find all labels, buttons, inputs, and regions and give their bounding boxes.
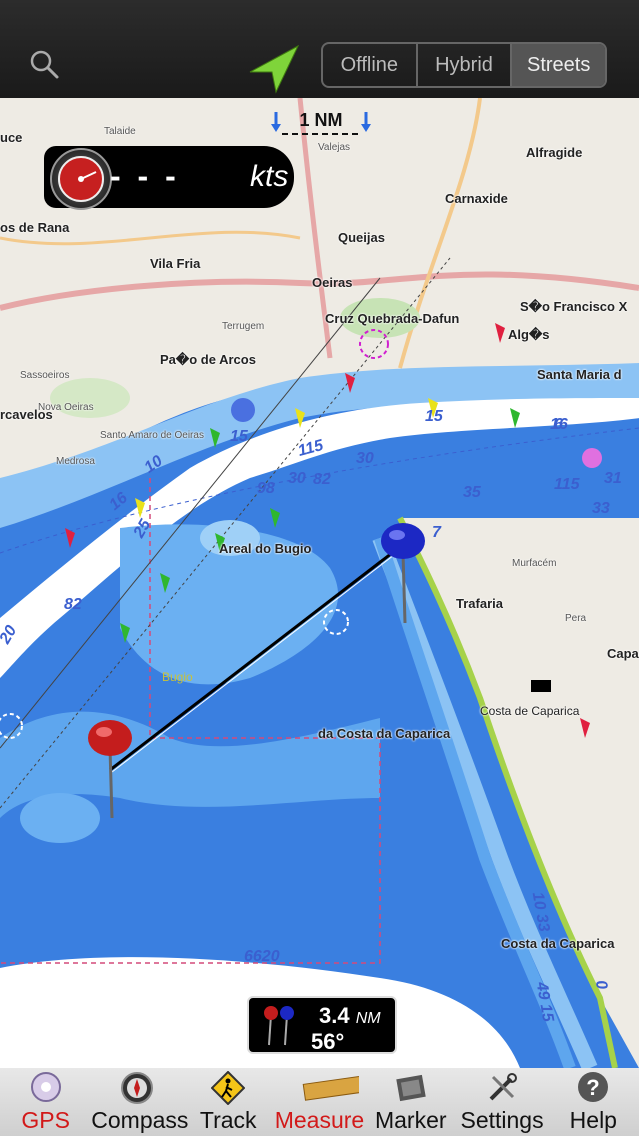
tab-label: Settings [460, 1107, 544, 1133]
tab-marker[interactable]: Marker [365, 1068, 456, 1136]
depth-label: 7 [432, 524, 441, 541]
depth-label: 82 [313, 471, 331, 488]
scale-label: 1 NM [299, 110, 343, 130]
tab-compass[interactable]: Compass [91, 1068, 189, 1136]
mode-streets[interactable]: Streets [512, 44, 605, 86]
track-icon [211, 1071, 246, 1105]
top-toolbar: Offline Hybrid Streets [0, 0, 639, 98]
measure-distance: 3.4 [319, 1003, 350, 1028]
nautical-map[interactable]: uce Talaide Valejas Alfragide os de Rana… [0, 98, 639, 1068]
measure-bearing: 56° [311, 1029, 345, 1054]
depth-label: 16 [550, 416, 568, 433]
place-label: Costa de Caparica [480, 704, 580, 718]
tab-label: Compass [91, 1107, 189, 1133]
compass-icon [120, 1072, 153, 1104]
marker-icon [396, 1074, 426, 1102]
tab-label: Track [199, 1107, 257, 1133]
tab-bar: GPS Compass Track Measure Marker Setting… [0, 1068, 639, 1136]
place-label: Bugio [162, 670, 193, 684]
place-label: Alfragide [526, 145, 583, 160]
place-label: Talaide [104, 126, 136, 137]
place-label: Cruz Quebrada-Dafun [325, 311, 460, 326]
gps-icon [30, 1072, 61, 1102]
depth-label: 30 [356, 450, 374, 467]
measure-readout: 3.4 NM 56° [247, 996, 397, 1054]
depth-label: 33 [592, 500, 610, 517]
place-label: Valejas [318, 142, 351, 153]
depth-label: 35 [463, 484, 481, 501]
search-icon[interactable] [28, 48, 60, 80]
tab-label: Marker [374, 1107, 447, 1133]
tab-label: Help [569, 1107, 617, 1133]
settings-icon [489, 1073, 518, 1101]
place-label: Trafaria [456, 596, 503, 611]
place-label: Areal do Bugio [219, 541, 312, 556]
depth-label: 115 [554, 476, 580, 493]
place-label: Santa Maria d [537, 367, 622, 382]
mode-offline[interactable]: Offline [323, 44, 418, 86]
place-label: Santo Amaro de Oeiras [100, 430, 204, 441]
location-arrow-icon[interactable] [246, 42, 302, 94]
place-label: Vila Fria [150, 256, 201, 271]
place-label: Terrugem [222, 321, 265, 332]
pins-icon [264, 1006, 294, 1046]
place-label: Capa [607, 646, 639, 661]
depth-label: 6620 [244, 948, 280, 965]
tab-track[interactable]: Track [183, 1068, 274, 1136]
tab-gps[interactable]: GPS [0, 1068, 91, 1136]
mode-hybrid[interactable]: Hybrid [418, 44, 513, 86]
speed-unit: kts [250, 160, 289, 193]
depth-label: 30 [288, 470, 306, 487]
depth-label: 82 [64, 596, 82, 613]
place-label: da Costa da Caparica [318, 726, 451, 741]
map-mode-selector[interactable]: Offline Hybrid Streets [321, 42, 607, 88]
tab-measure[interactable]: Measure [274, 1068, 365, 1136]
tab-label: Measure [274, 1107, 365, 1133]
help-icon: ? [578, 1072, 609, 1102]
place-label: Pa�o de Arcos [160, 352, 256, 367]
scale-bar: 1 NM [268, 110, 374, 136]
place-label: Alg�s [508, 327, 550, 342]
depth-label: 31 [604, 470, 622, 487]
place-label: Pera [565, 613, 587, 624]
depth-label: 98 [257, 480, 275, 497]
speed-display: - - - kts [44, 146, 294, 210]
place-label: Carnaxide [445, 191, 508, 206]
tab-settings[interactable]: Settings [456, 1068, 547, 1136]
depth-label: 15 [230, 428, 248, 445]
depth-label: 15 [425, 408, 443, 425]
measure-icon [303, 1073, 360, 1101]
place-label: Costa da Caparica [501, 936, 615, 951]
place-label: uce [0, 130, 23, 145]
tab-help[interactable]: ? Help [548, 1068, 639, 1136]
tab-label: GPS [21, 1107, 70, 1133]
place-label: S�o Francisco X [520, 299, 628, 314]
place-label: Oeiras [312, 275, 353, 290]
speedometer-icon [50, 148, 112, 210]
place-label: Sassoeiros [20, 370, 70, 381]
place-label: Queijas [338, 230, 385, 245]
place-label: Murfacém [512, 558, 557, 569]
speed-value: - - - [110, 158, 180, 194]
place-label: os de Rana [0, 220, 70, 235]
svg-text:?: ? [587, 1075, 600, 1100]
place-label: Medrosa [56, 456, 95, 467]
place-label: Nova Oeiras [38, 402, 94, 413]
measure-unit: NM [355, 1010, 381, 1027]
